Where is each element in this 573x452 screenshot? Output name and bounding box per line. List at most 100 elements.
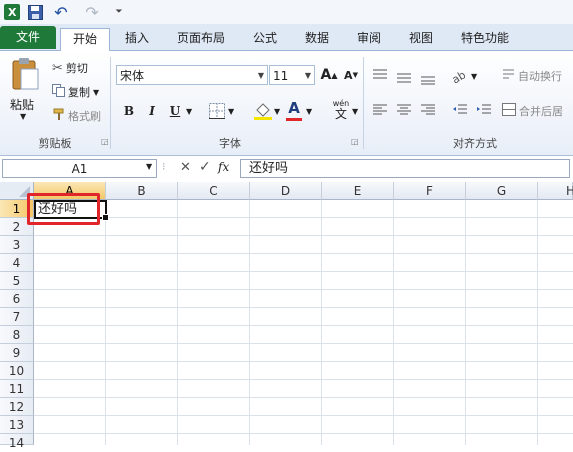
grow-font-icon: A <box>320 67 332 83</box>
column-header-b[interactable]: B <box>106 182 178 200</box>
font-dialog-icon[interactable]: ◲ <box>351 137 359 146</box>
font-color-dropdown-icon[interactable]: ▼ <box>306 107 312 116</box>
copy-dropdown-icon[interactable]: ▼ <box>93 88 99 97</box>
align-middle-icon[interactable] <box>396 71 412 86</box>
wrap-text-button[interactable]: 自动换行 <box>502 68 562 84</box>
grid-line <box>34 397 573 398</box>
tab-page-layout[interactable]: 页面布局 <box>170 28 232 49</box>
fill-color-icon[interactable] <box>254 102 272 123</box>
font-color-swatch <box>286 118 302 121</box>
orientation-dropdown-icon[interactable]: ▼ <box>471 72 477 81</box>
grid-line <box>34 343 573 344</box>
confirm-entry-icon[interactable]: ✓ <box>199 159 211 175</box>
name-box-dropdown-icon[interactable]: ▼ <box>146 162 152 171</box>
align-top-icon[interactable] <box>372 69 388 84</box>
grid-line <box>34 271 573 272</box>
row-header-14[interactable]: 14 <box>0 434 34 450</box>
font-color-button[interactable]: A <box>285 99 303 121</box>
align-left-icon[interactable] <box>372 104 388 119</box>
grid-line <box>537 200 538 445</box>
column-header-h[interactable]: H <box>538 182 573 200</box>
row-header-13[interactable]: 13 <box>0 416 34 434</box>
divider <box>110 57 111 149</box>
fill-color-dropdown-icon[interactable]: ▼ <box>274 107 280 116</box>
decrease-indent-icon[interactable] <box>452 104 468 119</box>
undo-icon[interactable]: ↶ <box>48 3 74 22</box>
worksheet-grid[interactable]: A B C D E F G H 1 2 3 4 5 6 7 8 9 10 11 … <box>0 182 573 450</box>
grid-line <box>34 289 573 290</box>
row-header-7[interactable]: 7 <box>0 308 34 326</box>
paste-button[interactable]: 粘贴 <box>10 96 34 113</box>
clipboard-dialog-icon[interactable]: ◲ <box>101 137 109 146</box>
row-header-9[interactable]: 9 <box>0 344 34 362</box>
row-header-8[interactable]: 8 <box>0 326 34 344</box>
row-header-3[interactable]: 3 <box>0 236 34 254</box>
column-header-c[interactable]: C <box>178 182 250 200</box>
bold-button[interactable]: B <box>118 100 140 122</box>
align-center-icon[interactable] <box>396 104 412 119</box>
font-size-select[interactable]: 11 ▼ <box>269 65 315 85</box>
grid-line <box>34 235 573 236</box>
shrink-font-button[interactable]: A ▼ <box>340 64 362 86</box>
excel-logo-icon[interactable]: X <box>3 3 21 21</box>
grow-font-button[interactable]: A ▲ <box>318 64 340 86</box>
clipboard-icon[interactable] <box>10 57 40 91</box>
underline-dropdown-icon[interactable]: ▼ <box>186 107 192 116</box>
grid-line <box>105 200 106 445</box>
row-header-6[interactable]: 6 <box>0 290 34 308</box>
tab-formulas[interactable]: 公式 <box>244 28 286 49</box>
orientation-icon[interactable]: ab <box>450 67 470 86</box>
chevron-down-icon: ▼ <box>304 71 311 80</box>
column-header-g[interactable]: G <box>466 182 538 200</box>
tab-review[interactable]: 审阅 <box>348 28 390 49</box>
ribbon-tabs: 文件 开始 插入 页面布局 公式 数据 审阅 视图 特色功能 <box>0 24 573 51</box>
italic-button[interactable]: I <box>141 100 163 122</box>
column-header-d[interactable]: D <box>250 182 322 200</box>
row-header-5[interactable]: 5 <box>0 272 34 290</box>
tab-special-features[interactable]: 特色功能 <box>452 28 518 49</box>
grid-line <box>34 379 573 380</box>
merge-center-button[interactable]: 合并后居 <box>502 103 563 119</box>
tab-file[interactable]: 文件 <box>0 26 56 49</box>
save-icon[interactable] <box>26 3 44 21</box>
increase-indent-icon[interactable] <box>476 104 492 119</box>
row-header-10[interactable]: 10 <box>0 362 34 380</box>
brush-icon <box>52 108 65 124</box>
redo-icon[interactable]: ↷ <box>80 3 104 22</box>
align-right-icon[interactable] <box>420 104 436 119</box>
tab-data[interactable]: 数据 <box>296 28 338 49</box>
cut-button[interactable]: ✂ 剪切 <box>52 60 88 76</box>
quick-access-toolbar: X ↶ ↷ ⏷ <box>0 0 573 24</box>
cancel-entry-icon[interactable]: ✕ <box>180 160 191 175</box>
align-bottom-icon[interactable] <box>420 73 436 88</box>
tab-insert[interactable]: 插入 <box>116 28 158 49</box>
fill-handle[interactable] <box>102 214 109 221</box>
phonetic-dropdown-icon[interactable]: ▼ <box>352 107 358 116</box>
row-header-12[interactable]: 12 <box>0 398 34 416</box>
font-name-select[interactable]: 宋体 ▼ <box>116 65 268 85</box>
name-box[interactable]: A1 <box>2 159 157 178</box>
formula-input[interactable]: 还好吗 <box>240 159 570 178</box>
font-group-label: 字体 <box>219 137 241 150</box>
paste-dropdown-icon[interactable]: ▼ <box>20 112 26 121</box>
format-painter-label: 格式刷 <box>68 110 101 123</box>
format-painter-button[interactable]: 格式刷 <box>52 108 101 124</box>
borders-dropdown-icon[interactable]: ▼ <box>228 107 234 116</box>
clipboard-group-label: 剪贴板 <box>38 137 72 150</box>
row-header-4[interactable]: 4 <box>0 254 34 272</box>
row-header-11[interactable]: 11 <box>0 380 34 398</box>
column-header-e[interactable]: E <box>322 182 394 200</box>
copy-button[interactable]: 复制 ▼ <box>52 84 99 100</box>
formula-content: 还好吗 <box>249 161 289 176</box>
merge-icon <box>502 103 516 119</box>
underline-button[interactable]: U <box>164 100 186 122</box>
tab-home[interactable]: 开始 <box>60 28 110 51</box>
column-header-f[interactable]: F <box>394 182 466 200</box>
svg-text:X: X <box>8 6 17 19</box>
customize-qat-icon[interactable]: ⏷ <box>113 3 125 21</box>
tab-view[interactable]: 视图 <box>400 28 442 49</box>
copy-icon <box>52 84 65 100</box>
grid-line <box>249 200 250 445</box>
insert-function-icon[interactable]: fx <box>218 160 229 174</box>
borders-icon[interactable] <box>209 103 225 122</box>
